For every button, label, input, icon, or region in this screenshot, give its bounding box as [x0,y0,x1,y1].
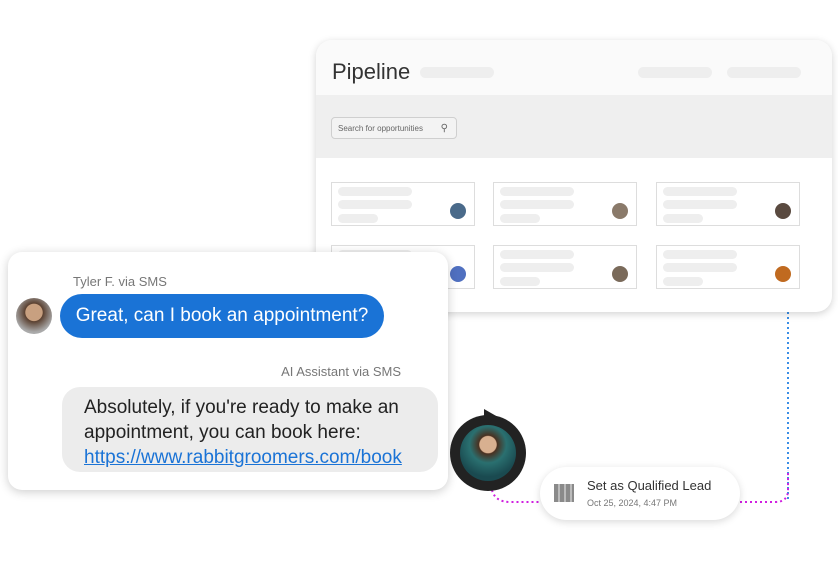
search-icon[interactable]: ⚲ [441,118,448,140]
ai-agent-avatar [450,409,526,491]
placeholder-bar [338,187,412,196]
placeholder-bar [638,67,712,78]
avatar [450,203,466,219]
pipeline-header: Pipeline [316,40,832,95]
sender-label: AI Assistant via SMS [281,364,401,379]
placeholder-bar [500,187,574,196]
avatar [612,203,628,219]
building-icon [554,484,574,502]
search-input[interactable]: Search for opportunities ⚲ [331,117,457,139]
toolbar: Search for opportunities ⚲ [316,95,832,158]
placeholder-bar [663,250,737,259]
avatar [775,266,791,282]
placeholder-bar [663,187,737,196]
search-placeholder: Search for opportunities [338,124,423,133]
booking-link[interactable]: https://www.rabbitgroomers.com/book [84,447,402,468]
placeholder-bar [338,214,378,223]
page-title: Pipeline [332,59,411,84]
placeholder-bar [663,200,737,209]
opportunity-card[interactable] [331,182,475,226]
placeholder-bar [500,214,540,223]
agent-photo [460,425,516,481]
message-bubble-assistant: Absolutely, if you're ready to make an a… [62,387,438,472]
sender-label: Tyler F. via SMS [73,274,167,289]
placeholder-bar [500,263,574,272]
opportunity-card[interactable] [493,245,637,289]
placeholder-bar [663,214,703,223]
opportunity-card[interactable] [656,182,800,226]
avatar [16,298,52,334]
activity-event: Set as Qualified Lead Oct 25, 2024, 4:47… [540,467,740,520]
sms-conversation: Tyler F. via SMS Great, can I book an ap… [8,252,448,490]
avatar [450,266,466,282]
avatar [775,203,791,219]
placeholder-bar [727,67,801,78]
refresh-arrow-icon [484,409,498,425]
message-text: Absolutely, if you're ready to make an a… [84,397,399,443]
placeholder-bar [500,250,574,259]
opportunity-card[interactable] [656,245,800,289]
avatar [612,266,628,282]
event-title: Set as Qualified Lead [587,478,712,493]
placeholder-bar [338,200,412,209]
placeholder-bar [500,200,574,209]
message-bubble-customer: Great, can I book an appointment? [60,294,384,338]
placeholder-bar [500,277,540,286]
opportunity-card[interactable] [493,182,637,226]
placeholder-bar [663,277,703,286]
placeholder-bar [663,263,737,272]
placeholder-bar [420,67,494,78]
event-timestamp: Oct 25, 2024, 4:47 PM [587,498,678,508]
